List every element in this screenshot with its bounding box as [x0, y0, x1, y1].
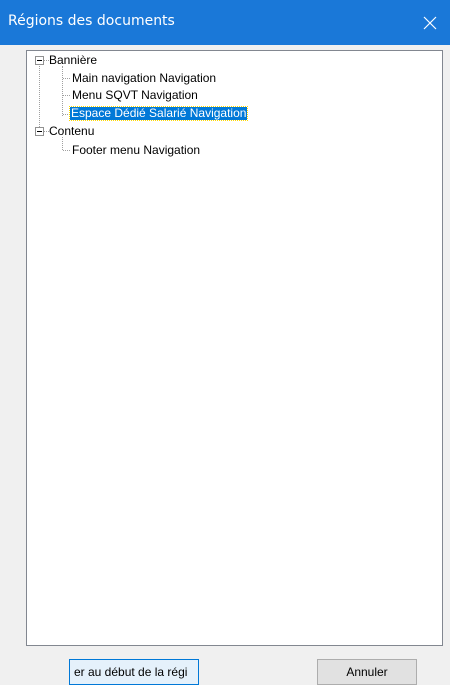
tree-item-main-navigation[interactable]: Main navigation Navigation [72, 72, 216, 85]
tree-item-espace-dedie-salarie[interactable]: Espace Dédié Salarié Navigation [68, 106, 249, 121]
tree-connector [63, 150, 70, 151]
tree-connector [39, 64, 40, 131]
close-button[interactable] [410, 0, 450, 45]
window-title: Régions des documents [8, 13, 175, 29]
tree-connector [62, 66, 63, 116]
move-button-label: er au début de la régi [74, 665, 188, 679]
title-bar: Régions des documents [0, 0, 450, 45]
tree-group-contenu[interactable]: Contenu [49, 125, 94, 138]
tree-connector [62, 137, 63, 150]
tree-connector [63, 78, 70, 79]
collapse-icon[interactable] [35, 127, 44, 136]
move-to-region-start-button[interactable]: er au début de la régi [69, 659, 199, 685]
close-icon [423, 16, 437, 29]
tree-item-footer-menu[interactable]: Footer menu Navigation [72, 144, 200, 157]
regions-tree[interactable]: Bannière Main navigation Navigation Menu… [26, 50, 443, 646]
tree-connector [63, 114, 70, 115]
cancel-button-label: Annuler [346, 665, 388, 679]
collapse-icon[interactable] [35, 56, 44, 65]
tree-connector [63, 95, 70, 96]
tree-group-banniere[interactable]: Bannière [49, 54, 97, 67]
cancel-button[interactable]: Annuler [317, 659, 417, 685]
tree-item-menu-sqvt[interactable]: Menu SQVT Navigation [72, 89, 198, 102]
